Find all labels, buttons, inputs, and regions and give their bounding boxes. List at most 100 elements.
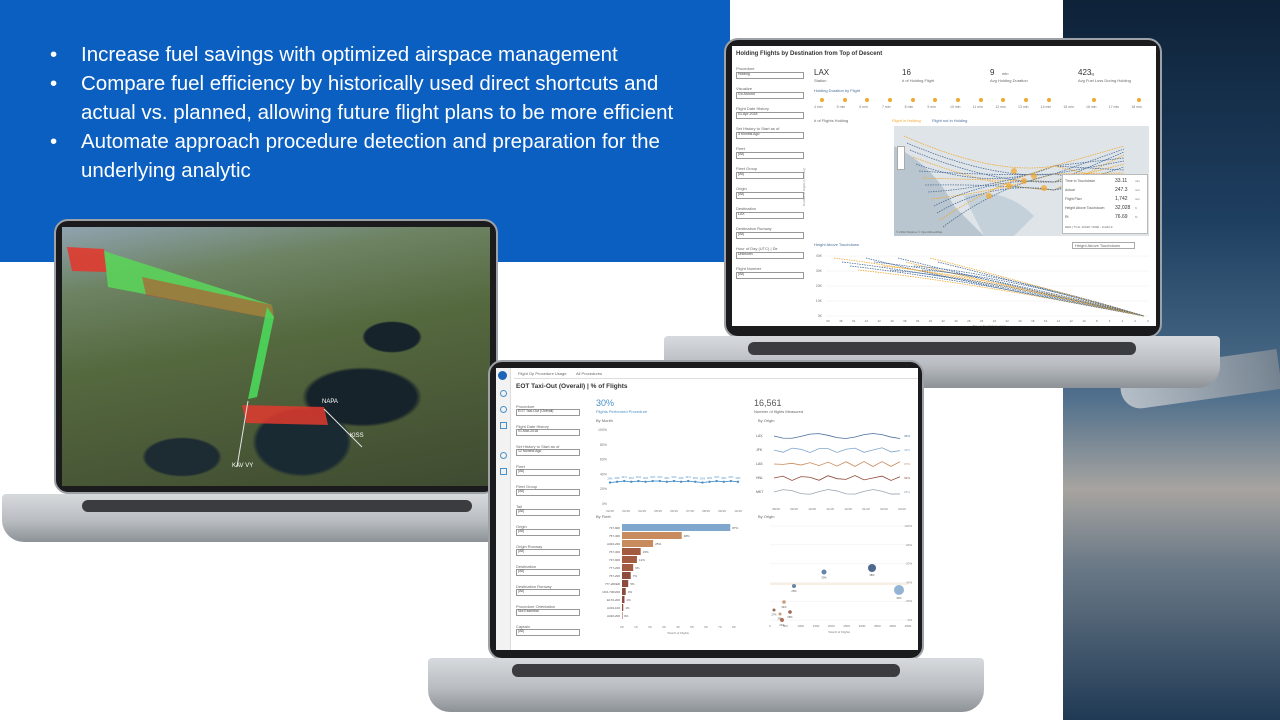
filter-dropdown[interactable] (516, 489, 580, 496)
month-point-label: 30% (693, 476, 699, 480)
filter-label: Flight Date History (736, 106, 769, 111)
bubble-label: 28% (787, 615, 793, 619)
filter-value: 01-Apr-2018 (738, 112, 758, 116)
origin-bubble (772, 608, 776, 612)
filter-dropdown[interactable] (736, 152, 804, 159)
filter-dropdown[interactable] (516, 589, 580, 596)
filter-dropdown[interactable] (736, 232, 804, 239)
tab-procedure-usage[interactable]: Flight Op Procedure Usage (518, 371, 566, 376)
tooltip-footer: DEN | TCH: 10420 / 0000 - 11442.9 (1065, 225, 1113, 229)
doc-icon[interactable] (500, 422, 507, 429)
home-icon[interactable] (500, 390, 507, 397)
filter-dropdown[interactable] (736, 192, 804, 199)
filter-value: (All) (738, 172, 745, 176)
map-attribution: © 2022 Mapbox © OpenStreetMap (896, 230, 943, 234)
x-tick: 36 (916, 319, 920, 323)
y-tick: 40K (816, 254, 823, 258)
ground-track-line (323, 408, 363, 448)
x-tick: 3000 (859, 624, 866, 628)
fleet-bar (622, 556, 637, 563)
x-tick: 18 (1031, 319, 1035, 323)
keyboard (748, 342, 1136, 355)
fleet-category: A319-100 (607, 606, 620, 610)
duration-tick: 18 min (1131, 105, 1142, 109)
toggle-not-holding[interactable]: Flight not in Holding (932, 118, 967, 123)
month-point (736, 480, 740, 483)
x-tick: 08/18 (702, 509, 710, 513)
x-tick: 04/18 (638, 509, 646, 513)
origin-row-label: JFK (756, 448, 763, 452)
route-wall-red (67, 247, 108, 272)
tooltip-unit: % (1135, 215, 1138, 219)
origin-row-label: MKT (756, 490, 764, 494)
holding-map[interactable]: Time to Touchdown 33.11 min Actual 247.3 nmi F… (894, 126, 1149, 236)
x-tick: 05/18 (654, 509, 662, 513)
x-tick: 4000 (889, 624, 896, 628)
bubble-label: 21% (779, 623, 785, 627)
filter-dropdown[interactable] (516, 549, 580, 556)
month-point-label: 30% (721, 476, 727, 480)
kpi-label: # of Holding Flight (902, 78, 935, 83)
duration-tick: 5 min (836, 105, 846, 109)
duration-tick: 6 min (859, 105, 868, 109)
origin-series-line (773, 461, 901, 467)
month-point-label: 30% (664, 476, 670, 480)
descent-track (849, 265, 1145, 317)
month-point-label: 31% (686, 475, 692, 479)
fleet-bar (622, 596, 625, 603)
flight-path-svg (67, 247, 363, 468)
x-tick: 6 (1109, 319, 1111, 323)
search-icon[interactable] (500, 452, 507, 459)
fleet-category: 777-200ER (605, 582, 621, 586)
x-tick: 1K (634, 625, 638, 629)
filter-dropdown[interactable] (516, 469, 580, 476)
month-point-label: 29% (607, 477, 613, 481)
fleet-category: CRJ-700/200 (602, 590, 620, 594)
x-tick: 10/18 (808, 507, 816, 511)
by-origin-bubble-chart: 100%80%60%40%20%0%0 500 1000 1500 2000 2500 30… (769, 524, 912, 634)
kpi-unit: min (1002, 71, 1009, 76)
holding-dot (888, 98, 892, 102)
x-tick: 22 (1006, 319, 1010, 323)
tab-all-procedures[interactable]: All Procedures (576, 371, 602, 376)
x-tick: 4 (1122, 319, 1124, 323)
x-tick: 12 (1070, 319, 1074, 323)
toggle-holding[interactable]: Flight in Holding (892, 118, 921, 123)
x-tick: 30 (954, 319, 958, 323)
map-controls[interactable] (897, 146, 905, 170)
filter-dropdown[interactable] (516, 509, 580, 516)
duration-tick: 10 min (950, 105, 961, 109)
filter-dropdown[interactable] (516, 629, 580, 636)
headline-pct: 30% (596, 398, 615, 408)
filter-dropdown[interactable] (736, 172, 804, 179)
plane-icon[interactable] (500, 468, 507, 475)
filter-dropdown[interactable] (516, 569, 580, 576)
x-tick: 0 (769, 624, 771, 628)
x-tick: 14 (1057, 319, 1061, 323)
filter-dropdown[interactable] (516, 529, 580, 536)
origin-row-label: LAS (756, 462, 763, 466)
filter-dropdown[interactable] (736, 212, 804, 219)
y-tick: 40% (600, 472, 607, 476)
month-point (630, 480, 633, 483)
x-tick: 44 (865, 319, 869, 323)
flight-3d-map[interactable]: NAPA KAV VY KISS (62, 227, 490, 486)
filter-dropdown[interactable] (736, 272, 804, 279)
x-tick: 11/18 (826, 507, 834, 511)
filter-label: Visualize (736, 86, 752, 91)
height-chart: 40K30K20K10K0K50 48 46 44 42 40 38 36 34 32 30 28 26… (816, 254, 1149, 326)
ground-track-line (236, 400, 249, 468)
duration-tick: 13 min (1018, 105, 1029, 109)
duration-tick: 4 min (814, 105, 823, 109)
route-wall-mixed (142, 277, 274, 319)
check-icon[interactable] (500, 406, 507, 413)
month-point-label: 31% (650, 475, 656, 479)
fleet-bar-label: 1% (625, 606, 630, 610)
map-laptop-lid: NAPA KAV VY KISS (54, 219, 498, 494)
holding-dot (933, 98, 938, 102)
origin-bubble (780, 618, 784, 622)
fleet-bar-label: 5% (630, 582, 635, 586)
route-descent-green (248, 307, 274, 399)
fleet-bar-label: 25% (655, 542, 661, 546)
y-tick: 60% (600, 458, 607, 462)
